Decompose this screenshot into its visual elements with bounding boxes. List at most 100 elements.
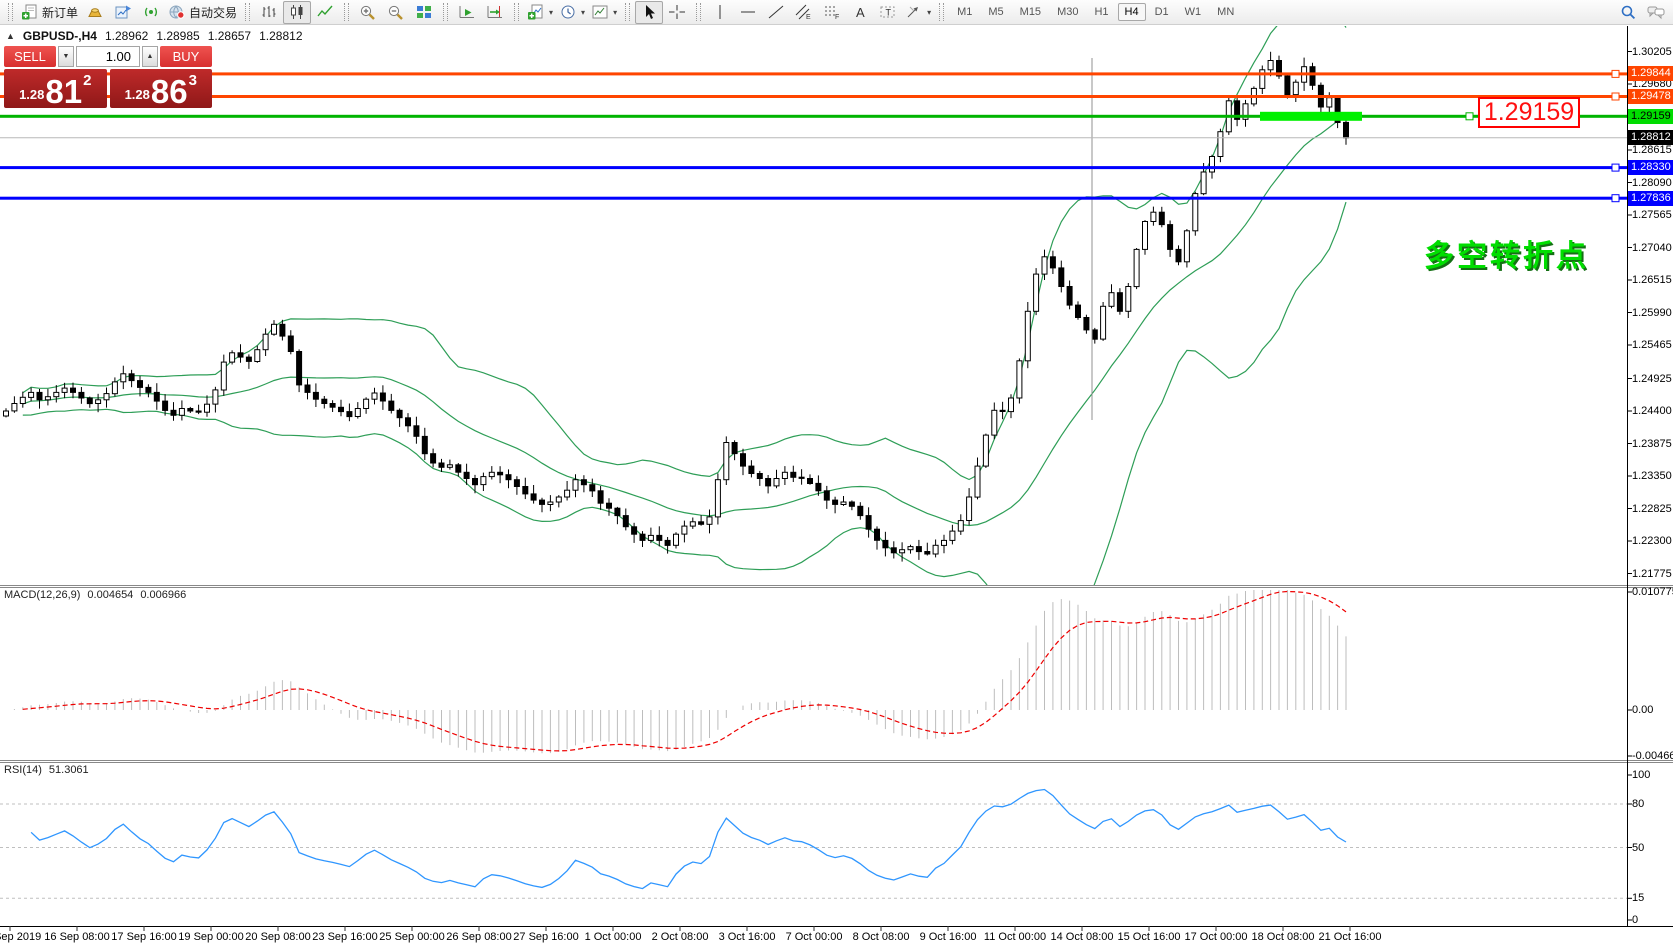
volume-input[interactable]: 1.00	[76, 46, 140, 67]
toolbar-grip[interactable]	[443, 3, 448, 21]
chat-button[interactable]	[1642, 1, 1670, 24]
new-order-button[interactable]: 新订单	[18, 1, 81, 24]
chart-shift-button[interactable]	[481, 1, 509, 24]
timeframe-h4[interactable]: H4	[1118, 3, 1146, 21]
line-handle[interactable]	[1612, 195, 1619, 202]
macd-axis-tick: 0.00	[1632, 704, 1653, 716]
time-axis-label: 17 Sep 16:00	[111, 931, 176, 943]
line-chart-icon	[316, 4, 334, 20]
rsi-label: RSI(14) 51.3061	[4, 764, 89, 776]
price-tag-label[interactable]: 1.29159	[1478, 97, 1580, 128]
equidistant-channel-icon: E	[795, 4, 813, 20]
toolbar-grip[interactable]	[8, 3, 13, 21]
timeframe-m1[interactable]: M1	[950, 3, 979, 21]
rsi-value: 51.3061	[49, 764, 89, 776]
new-order-icon	[21, 4, 39, 20]
timeframe-d1[interactable]: D1	[1148, 3, 1176, 21]
fibonacci-button[interactable]: F	[818, 1, 846, 24]
search-button[interactable]	[1614, 1, 1642, 24]
shapes-button[interactable]: ▾	[902, 1, 934, 24]
time-axis-label: 17 Oct 00:00	[1185, 931, 1248, 943]
sell-price-display[interactable]: 1.28 81 2	[4, 69, 107, 108]
collapse-panel-icon[interactable]: ▲	[6, 31, 15, 41]
toolbar-grip[interactable]	[696, 3, 701, 21]
price-level-line-1.29478[interactable]	[0, 95, 1627, 98]
price-level-line-1.29844[interactable]	[0, 72, 1627, 75]
periods-button[interactable]: ▾	[556, 1, 588, 24]
volume-decrease-button[interactable]: ▼	[58, 46, 74, 67]
toolbar-grip[interactable]	[939, 3, 944, 21]
indicators-dropdown-icon[interactable]: ▾	[549, 8, 553, 17]
price-level-line-1.27836[interactable]	[0, 197, 1627, 200]
chinese-annotation[interactable]: 多空转折点	[1424, 231, 1589, 275]
templates-button[interactable]: ▾	[588, 1, 620, 24]
time-axis-label: 19 Sep 00:00	[178, 931, 243, 943]
templates-icon	[591, 4, 609, 20]
zoom-out-button[interactable]	[382, 1, 410, 24]
line-chart-button[interactable]	[311, 1, 339, 24]
candle-chart-button[interactable]	[283, 1, 311, 24]
equidistant-channel-button[interactable]: E	[790, 1, 818, 24]
line-handle[interactable]	[1612, 93, 1619, 100]
rsi-name: RSI(14)	[4, 764, 42, 776]
zoom-in-button[interactable]	[354, 1, 382, 24]
sell-button[interactable]: SELL	[4, 46, 56, 67]
indicators-button[interactable]: ▾	[524, 1, 556, 24]
price-level-badge: 1.29478	[1628, 89, 1673, 104]
publish-button[interactable]	[109, 1, 137, 24]
toolbar-grip[interactable]	[625, 3, 630, 21]
signal-button[interactable]	[137, 1, 165, 24]
y-axis-tick: 1.28615	[1632, 144, 1672, 156]
buy-price-display[interactable]: 1.28 86 3	[110, 69, 213, 108]
line-handle[interactable]	[1612, 70, 1619, 77]
buy-button[interactable]: BUY	[160, 46, 212, 67]
trend-line-button[interactable]	[762, 1, 790, 24]
chart-area[interactable]: 1.302051.296801.286151.280901.275651.270…	[0, 0, 1673, 947]
periods-dropdown-icon[interactable]: ▾	[581, 8, 585, 17]
toolbar-grip[interactable]	[245, 3, 250, 21]
price-level-line-1.29159[interactable]	[0, 115, 1627, 118]
time-axis-label: 16 Sep 08:00	[44, 931, 109, 943]
templates-dropdown-icon[interactable]: ▾	[613, 8, 617, 17]
auto-scroll-button[interactable]	[453, 1, 481, 24]
shapes-dropdown-icon[interactable]: ▾	[927, 8, 931, 17]
line-handle[interactable]	[1466, 113, 1473, 120]
toolbar-grip[interactable]	[344, 3, 349, 21]
horizontal-line-button[interactable]	[734, 1, 762, 24]
time-axis-label: 20 Sep 08:00	[245, 931, 310, 943]
timeframe-w1[interactable]: W1	[1178, 3, 1209, 21]
time-axis-label: 7 Oct 00:00	[786, 931, 843, 943]
text-button[interactable]: A	[846, 1, 874, 24]
svg-text:E: E	[806, 14, 811, 20]
line-handle[interactable]	[1612, 164, 1619, 171]
gold-button[interactable]	[81, 1, 109, 24]
timeframe-h1[interactable]: H1	[1087, 3, 1115, 21]
toolbar-grip[interactable]	[514, 3, 519, 21]
autotrade-icon	[168, 4, 186, 20]
volume-increase-button[interactable]: ▲	[142, 46, 158, 67]
highlight-segment[interactable]	[1260, 112, 1362, 121]
timeframe-m5[interactable]: M5	[981, 3, 1010, 21]
time-axis-label: 18 Oct 08:00	[1252, 931, 1315, 943]
time-axis-label: 8 Oct 08:00	[853, 931, 910, 943]
tile-windows-button[interactable]	[410, 1, 438, 24]
text-label-button[interactable]: T	[874, 1, 902, 24]
vertical-line-button[interactable]	[706, 1, 734, 24]
time-axis-label: 1 Oct 00:00	[585, 931, 642, 943]
autotrade-button[interactable]: 自动交易	[165, 1, 240, 24]
timeframe-m15[interactable]: M15	[1013, 3, 1048, 21]
crosshair-button[interactable]	[663, 1, 691, 24]
cursor-button[interactable]	[635, 1, 663, 24]
fibonacci-icon: F	[823, 4, 841, 20]
y-axis-tick: 1.25465	[1632, 339, 1672, 351]
chart-header: ▲ GBPUSD-,H4 1.28962 1.28985 1.28657 1.2…	[6, 29, 303, 43]
y-axis-tick: 1.30205	[1632, 46, 1672, 58]
timeframe-mn[interactable]: MN	[1210, 3, 1241, 21]
y-axis-tick: 1.27565	[1632, 209, 1672, 221]
bar-chart-button[interactable]	[255, 1, 283, 24]
sell-price-big: 81	[45, 78, 82, 105]
timeframe-m30[interactable]: M30	[1050, 3, 1085, 21]
price-level-line-1.28330[interactable]	[0, 166, 1627, 169]
rsi-axis-tick: 100	[1632, 769, 1650, 781]
mt4-window: 新订单 自动交易 ▾ ▾ ▾ E FAT ▾ M1M5M15M30H1H4D1W1MN 1.30…	[0, 0, 1673, 947]
